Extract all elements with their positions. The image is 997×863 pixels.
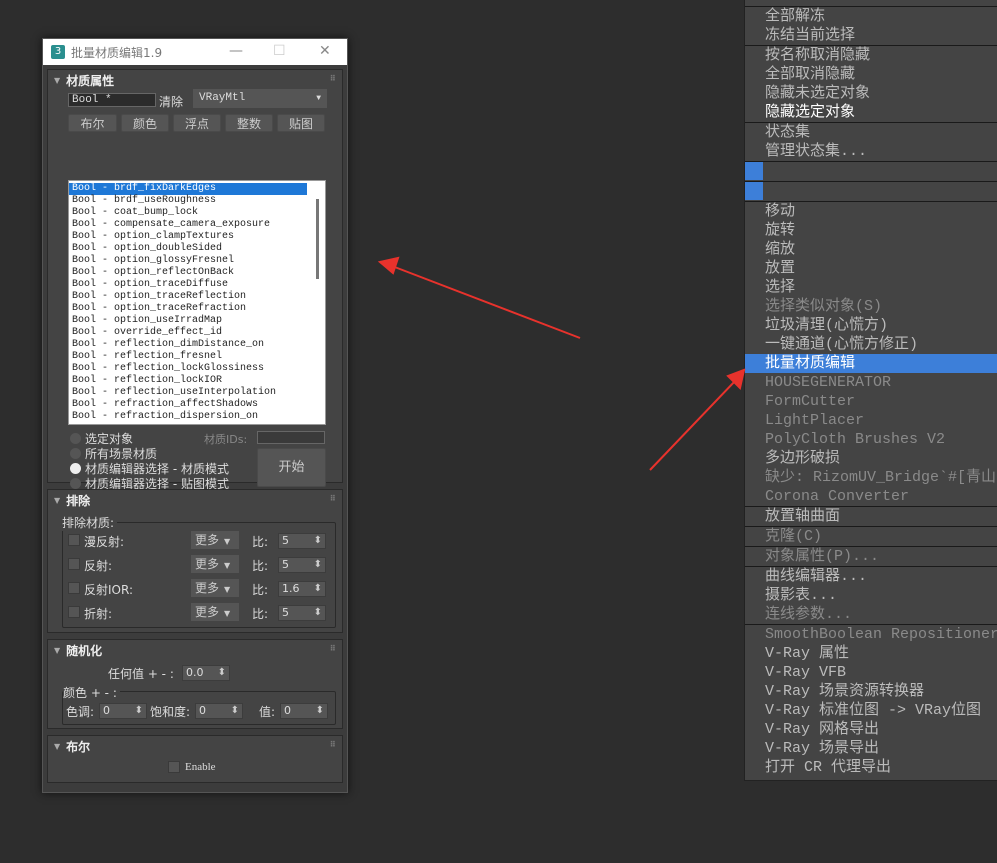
arrow-line-to-list [391,265,581,339]
arrow-head-icon [377,256,400,275]
annotation-arrows [377,256,746,471]
arrow-line-to-menu [649,379,737,471]
